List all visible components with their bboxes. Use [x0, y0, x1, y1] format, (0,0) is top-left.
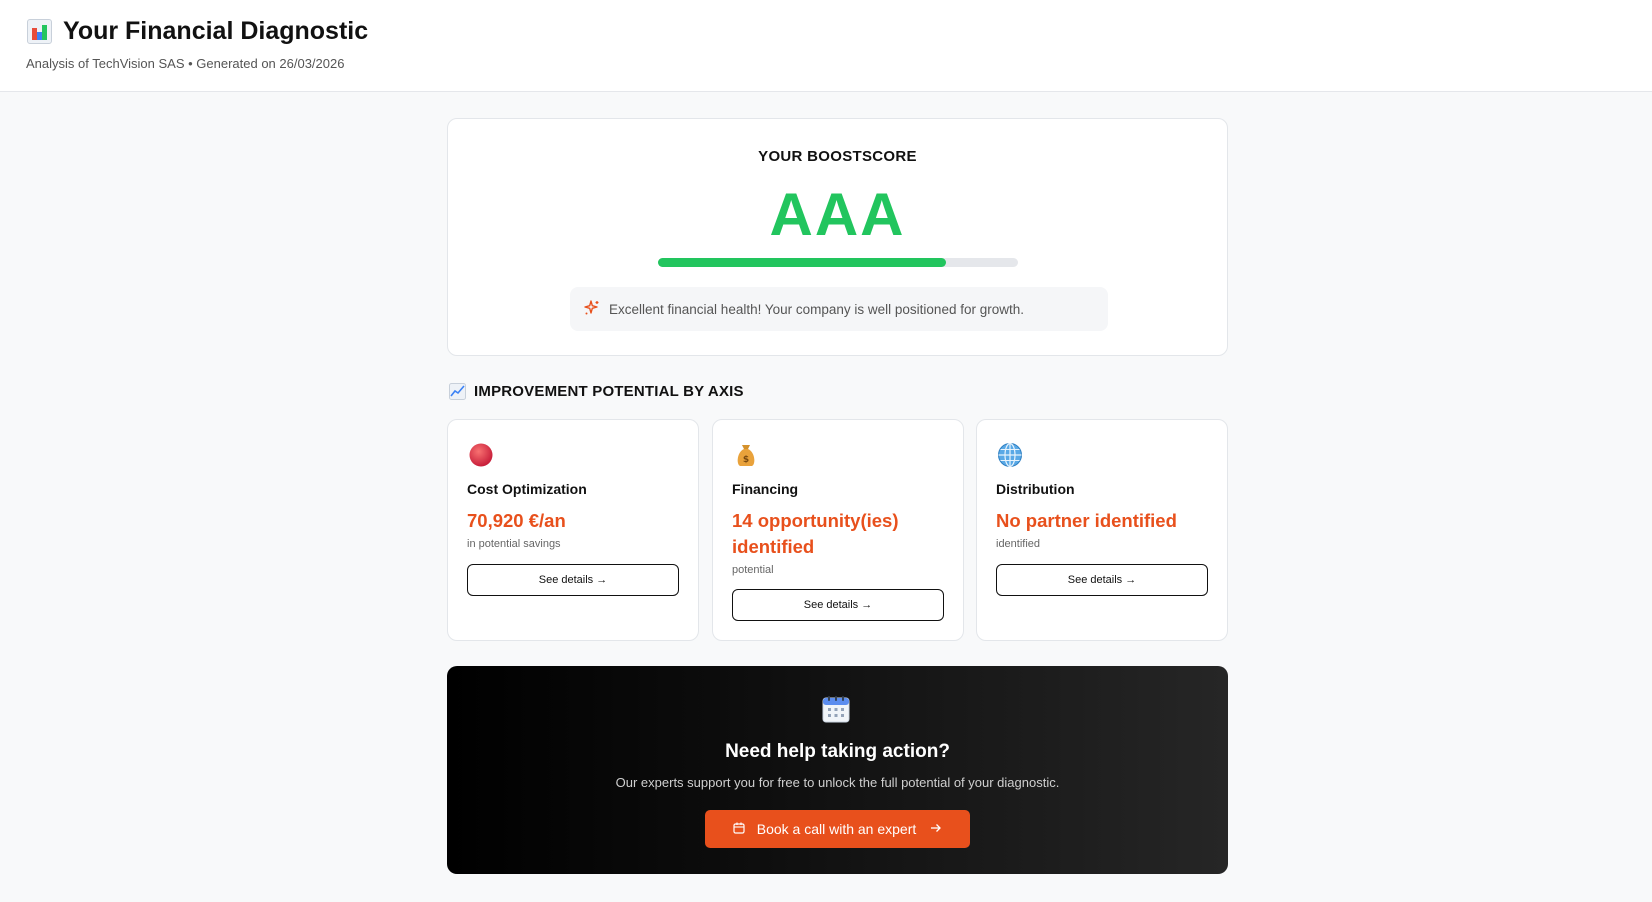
header-title-row: Your Financial Diagnostic [27, 17, 368, 46]
cta-title: Need help taking action? [725, 741, 950, 762]
bar-chart-icon [27, 19, 52, 44]
boostscore-message-text: Excellent financial health! Your company… [609, 301, 1024, 317]
section-title-text: IMPROVEMENT POTENTIAL BY AXIS [474, 383, 744, 400]
boostscore-label: YOUR BOOSTSCORE [758, 148, 917, 165]
page-subtitle: Analysis of TechVision SAS • Generated o… [26, 56, 345, 71]
see-details-button-cost[interactable]: See details → [467, 564, 679, 596]
axis-value-text: 14 opportunity(ies) identified [732, 510, 899, 557]
axis-value-text: No partner identified [996, 510, 1177, 531]
axis-value: No partner identified identified [996, 508, 1216, 551]
svg-text:$: $ [743, 455, 749, 465]
axis-caption: identified [996, 538, 1041, 550]
calendar-icon [821, 694, 851, 724]
axis-caption: potential [732, 564, 774, 576]
book-call-button[interactable]: Book a call with an expert [705, 810, 970, 848]
boostscore-value: AAA [769, 181, 906, 248]
globe-icon [997, 442, 1023, 468]
trend-up-icon [449, 383, 466, 400]
calendar-small-icon [733, 821, 745, 837]
boostscore-message: Excellent financial health! Your company… [570, 287, 1108, 331]
book-call-button-label: Book a call with an expert [756, 821, 917, 837]
boostscore-progress-fill [658, 258, 946, 267]
axis-value: 70,920 €/an in potential savings [467, 508, 687, 551]
arrow-right-icon [930, 821, 942, 837]
page-title: Your Financial Diagnostic [63, 17, 369, 45]
cta-text: Our experts support you for free to unlo… [615, 775, 1060, 790]
expert-cta-panel: Need help taking action? Our experts sup… [447, 666, 1228, 874]
money-bag-icon: $ [733, 442, 759, 468]
see-details-button-distribution[interactable]: See details → [996, 564, 1208, 596]
boostscore-progress-bar [658, 258, 1018, 267]
axis-value: 14 opportunity(ies) identified potential [732, 508, 952, 577]
sparkle-icon [584, 299, 600, 319]
axis-card-cost-optimization: Cost Optimization 70,920 €/an in potenti… [447, 419, 699, 641]
axis-value-text: 70,920 €/an [467, 510, 566, 531]
axis-name: Financing [732, 481, 799, 497]
axis-name: Cost Optimization [467, 481, 587, 497]
axis-name: Distribution [996, 481, 1075, 497]
axis-card-distribution: Distribution No partner identified ident… [976, 419, 1228, 641]
section-title: IMPROVEMENT POTENTIAL BY AXIS [449, 383, 744, 400]
axis-caption: in potential savings [467, 538, 561, 550]
boostscore-card: YOUR BOOSTSCORE AAA Excellent financial … [447, 118, 1228, 356]
red-ball-icon [468, 442, 494, 468]
see-details-button-financing[interactable]: See details → [732, 589, 944, 621]
axis-card-financing: $ Financing 14 opportunity(ies) identifi… [712, 419, 964, 641]
page-header: Your Financial Diagnostic Analysis of Te… [0, 0, 1652, 92]
